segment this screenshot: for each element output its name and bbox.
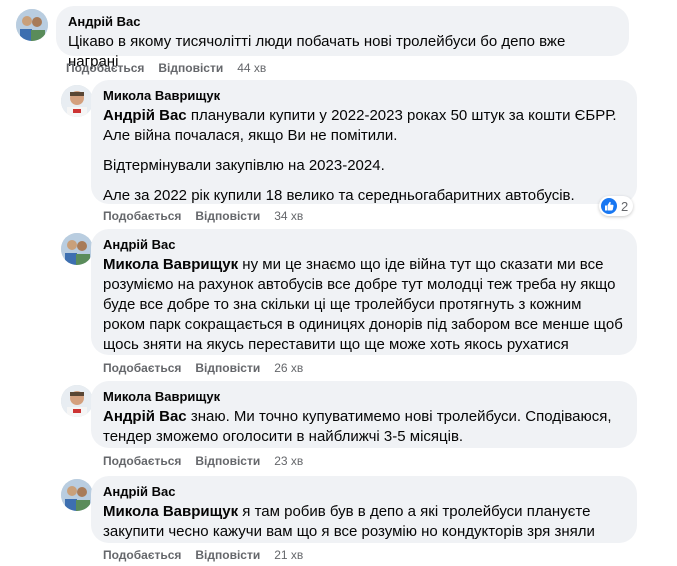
like-button[interactable]: Подобається xyxy=(103,454,181,468)
comment-paragraph: Микола Ваврищук ну ми це знаємо що іде в… xyxy=(103,255,625,355)
mention-link[interactable]: Микола Ваврищук xyxy=(103,503,238,520)
comment-paragraph: Микола Ваврищук я там робив був в депо а… xyxy=(103,502,625,542)
comment-actions: Подобається Відповісти 44 хв xyxy=(66,60,280,76)
reply-button[interactable]: Відповісти xyxy=(195,548,260,562)
reaction-count: 2 xyxy=(621,198,629,214)
avatar[interactable] xyxy=(61,479,93,511)
comment-actions: Подобається Відповісти 21 хв xyxy=(103,547,317,563)
comment-text: Микола Ваврищук ну ми це знаємо що іде в… xyxy=(103,255,625,355)
comment-text: Андрій Вас знаю. Ми точно купуватимемо н… xyxy=(103,407,625,447)
comment-timestamp[interactable]: 34 хв xyxy=(274,209,303,223)
comment-paragraph: Відтермінували закупівлю на 2023-2024. xyxy=(103,156,625,176)
comment-timestamp[interactable]: 44 хв xyxy=(237,61,266,75)
paragraph-text: Відтермінували закупівлю на 2023-2024. xyxy=(103,157,385,174)
comment-paragraph: Андрій Вас знаю. Ми точно купуватимемо н… xyxy=(103,407,625,447)
avatar[interactable] xyxy=(61,85,93,117)
mention-link[interactable]: Андрій Вас xyxy=(103,107,187,124)
comment-actions: Подобається Відповісти 26 хв xyxy=(103,360,317,376)
comment-timestamp[interactable]: 23 хв xyxy=(274,454,303,468)
comment-author[interactable]: Андрій Вас xyxy=(103,237,625,253)
reaction-summary[interactable]: 2 xyxy=(599,196,634,216)
comment-author[interactable]: Микола Ваврищук xyxy=(103,389,625,405)
comment-paragraph: Але за 2022 рік купили 18 велико та сере… xyxy=(103,186,625,206)
comment-paragraph: Андрій Вас планували купити у 2022-2023 … xyxy=(103,106,625,146)
comment-bubble: Микола Ваврищук Андрій Вас планували куп… xyxy=(91,80,637,204)
reply-button[interactable]: Відповісти xyxy=(195,454,260,468)
comment-author[interactable]: Андрій Вас xyxy=(68,14,617,30)
comment-author[interactable]: Микола Ваврищук xyxy=(103,88,625,104)
reply-button[interactable]: Відповісти xyxy=(158,61,223,75)
comment-bubble: Андрій Вас Цікаво в якому тисячолітті лю… xyxy=(56,6,629,70)
like-button[interactable]: Подобається xyxy=(103,209,181,223)
like-button[interactable]: Подобається xyxy=(103,361,181,375)
comment-timestamp[interactable]: 26 хв xyxy=(274,361,303,375)
comment-actions: Подобається Відповісти 23 хв xyxy=(103,453,317,469)
comment-bubble: Микола Ваврищук Андрій Вас знаю. Ми точн… xyxy=(91,381,637,448)
comment-text: Микола Ваврищук я там робив був в депо а… xyxy=(103,502,625,542)
comment-bubble: Андрій Вас Микола Ваврищук ну ми це знає… xyxy=(91,229,637,355)
like-button[interactable]: Подобається xyxy=(66,61,144,75)
mention-link[interactable]: Микола Ваврищук xyxy=(103,256,238,273)
comment-actions: Подобається Відповісти 34 хв xyxy=(103,208,317,224)
comment-bubble: Андрій Вас Микола Ваврищук я там робив б… xyxy=(91,476,637,543)
avatar[interactable] xyxy=(61,385,93,417)
avatar[interactable] xyxy=(61,233,93,265)
mention-link[interactable]: Андрій Вас xyxy=(103,408,187,425)
like-button[interactable]: Подобається xyxy=(103,548,181,562)
reply-button[interactable]: Відповісти xyxy=(195,209,260,223)
avatar[interactable] xyxy=(16,9,48,41)
comment-text: Андрій Вас планували купити у 2022-2023 … xyxy=(103,106,625,206)
comment-timestamp[interactable]: 21 хв xyxy=(274,548,303,562)
comment-author[interactable]: Андрій Вас xyxy=(103,484,625,500)
like-icon xyxy=(601,198,617,214)
paragraph-text: Але за 2022 рік купили 18 велико та сере… xyxy=(103,187,575,204)
reply-button[interactable]: Відповісти xyxy=(195,361,260,375)
